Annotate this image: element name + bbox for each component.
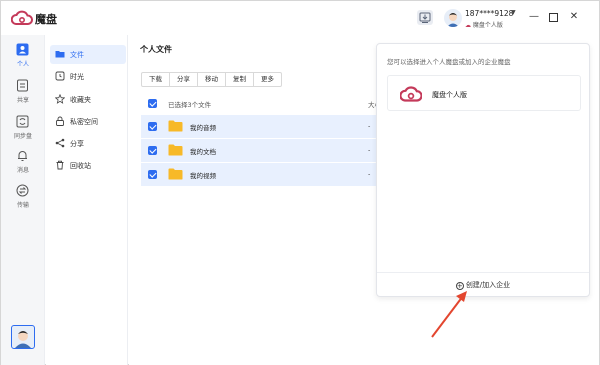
person-icon <box>16 43 29 56</box>
user-edition: ☁ 魔盘个人版 <box>465 20 503 29</box>
app-logo-icon <box>11 10 33 25</box>
sidebar-item-label: 时光 <box>70 73 84 81</box>
file-row[interactable]: 我的文档 - <box>141 139 379 162</box>
sidebar-item-label: 回收站 <box>70 162 91 170</box>
lock-icon <box>56 116 64 126</box>
sidebar-item-label: 私密空间 <box>70 118 98 126</box>
rail-label: 同步盘 <box>13 133 32 140</box>
rail-item-sync[interactable]: 同步盘 <box>1 113 45 147</box>
file-size: - <box>368 170 371 178</box>
rail-label: 传输 <box>16 202 29 209</box>
download-button[interactable]: 下载 <box>141 72 170 87</box>
sidebar: 文件 时光 收藏夹 私密空间 分享 回收站 <box>46 35 128 365</box>
more-button[interactable]: 更多 <box>253 72 282 87</box>
page-title: 个人文件 <box>140 45 172 54</box>
minimize-icon[interactable]: — <box>528 11 540 23</box>
avatar-face-icon <box>447 13 459 27</box>
maximize-icon[interactable] <box>549 13 558 22</box>
personal-edition-card[interactable]: 魔盘个人版 <box>387 75 581 111</box>
file-name: 我的音频 <box>190 124 216 132</box>
bell-icon <box>18 151 27 161</box>
share-icon <box>55 138 65 148</box>
folder-icon <box>168 144 183 156</box>
file-row[interactable]: 我的视频 - <box>141 163 379 186</box>
file-size: - <box>368 122 371 130</box>
share-button[interactable]: 分享 <box>169 72 198 87</box>
edition-logo-icon: ☁ <box>465 22 471 29</box>
sidebar-item-trash[interactable]: 回收站 <box>50 156 126 175</box>
plus-circle-icon: + <box>455 282 464 290</box>
folder-icon <box>168 168 183 180</box>
trash-icon <box>56 160 64 170</box>
file-name: 我的文档 <box>190 148 216 156</box>
rail-item-messages[interactable]: 消息 <box>1 147 45 181</box>
rail-item-transfer[interactable]: 传输 <box>1 182 45 216</box>
close-icon[interactable]: ✕ <box>568 11 580 23</box>
sidebar-item-share[interactable]: 分享 <box>50 134 126 153</box>
left-rail: 个人 共享 同步盘 消息 传输 <box>1 35 45 365</box>
select-all-checkbox[interactable] <box>148 99 157 108</box>
rail-item-personal[interactable]: 个人 <box>1 41 45 75</box>
user-avatar[interactable] <box>444 9 462 27</box>
share-doc-icon <box>17 79 28 92</box>
chevron-down-icon[interactable]: ▼ <box>511 9 516 16</box>
rail-label: 个人 <box>16 61 29 68</box>
list-header: 已选择3个文件 <box>141 95 381 111</box>
avatar-face-icon <box>15 331 31 348</box>
row-checkbox[interactable] <box>148 122 157 131</box>
transfer-icon <box>16 184 29 197</box>
sidebar-item-files[interactable]: 文件 <box>50 45 126 64</box>
popup-description: 您可以选择进入个人魔盘或加入的企业魔盘 <box>387 58 511 66</box>
rail-label: 消息 <box>16 167 29 174</box>
rail-item-shared[interactable]: 共享 <box>1 77 45 111</box>
download-tray-icon <box>419 12 431 23</box>
copy-button[interactable]: 复制 <box>225 72 254 87</box>
create-join-enterprise-link[interactable]: + 创建/加入企业 <box>377 280 589 290</box>
sidebar-item-favorites[interactable]: 收藏夹 <box>50 90 126 109</box>
user-phone[interactable]: 187****9128 <box>465 9 513 18</box>
file-row[interactable]: 我的音频 - <box>141 115 379 138</box>
account-switch-popup: 您可以选择进入个人魔盘或加入的企业魔盘 魔盘个人版 + 创建/加入企业 <box>376 43 590 297</box>
card-label: 魔盘个人版 <box>432 91 467 99</box>
row-checkbox[interactable] <box>148 170 157 179</box>
create-link-label: 创建/加入企业 <box>465 281 511 289</box>
sidebar-item-label: 收藏夹 <box>70 96 91 104</box>
app-window: 魔盘 187****9128 ▼ ☁ 魔盘个人版 — ✕ 个人 共享 同步盘 消… <box>0 0 600 365</box>
folder-icon <box>55 51 65 58</box>
sidebar-item-label: 分享 <box>70 140 84 148</box>
rail-label: 共享 <box>16 97 29 104</box>
divider <box>377 272 589 273</box>
star-icon <box>55 94 65 104</box>
file-name: 我的视频 <box>190 172 216 180</box>
sync-icon <box>16 115 29 128</box>
profile-avatar[interactable] <box>11 325 35 349</box>
sidebar-item-timeline[interactable]: 时光 <box>50 67 126 86</box>
selection-count: 已选择3个文件 <box>168 101 212 109</box>
sidebar-item-private[interactable]: 私密空间 <box>50 112 126 131</box>
title-bar: 魔盘 187****9128 ▼ ☁ 魔盘个人版 — ✕ <box>1 1 599 35</box>
clock-icon <box>55 71 65 81</box>
upload-button[interactable] <box>417 10 433 25</box>
file-size: - <box>368 146 371 154</box>
file-toolbar: 下载 分享 移动 复制 更多 <box>141 72 282 87</box>
row-checkbox[interactable] <box>148 146 157 155</box>
edition-label: 魔盘个人版 <box>472 22 503 29</box>
sidebar-item-label: 文件 <box>70 51 84 59</box>
app-logo-icon <box>400 86 422 102</box>
app-name: 魔盘 <box>35 13 57 26</box>
move-button[interactable]: 移动 <box>197 72 226 87</box>
folder-icon <box>168 120 183 132</box>
